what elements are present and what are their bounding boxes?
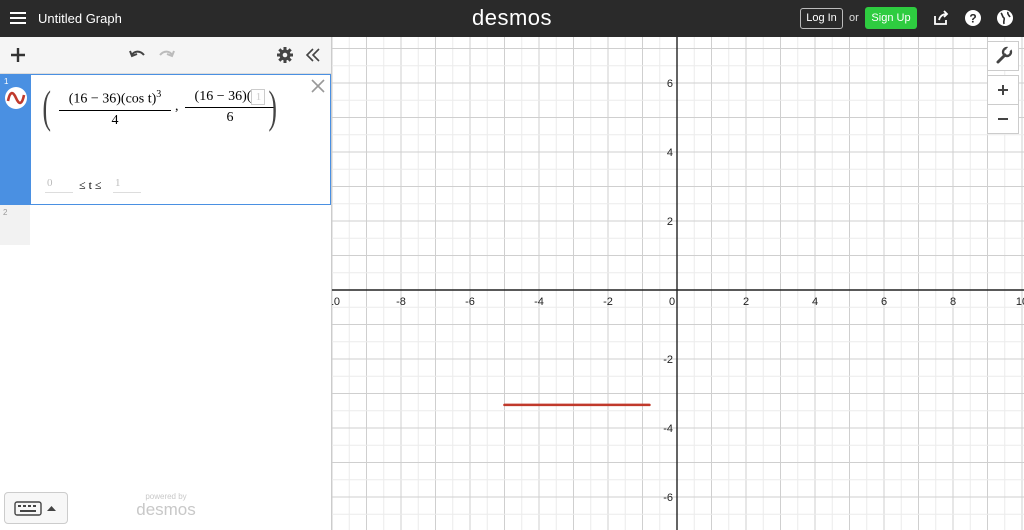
y-denominator: 6: [226, 110, 234, 126]
expression-toolbar: [0, 37, 331, 74]
x-tick-label: -4: [534, 296, 544, 308]
y-tick-label: 2: [667, 216, 673, 228]
powered-by-brand: desmos: [136, 500, 196, 519]
or-text: or: [849, 12, 859, 24]
graph-paper[interactable]: -10 -8 -6 -4 -2 0 2 4 6 8 10 6 4 2 -2 -4 -6: [332, 37, 1024, 530]
y-tick-label: -2: [663, 354, 673, 366]
expression-index: 2: [3, 208, 8, 217]
x-denominator: 4: [111, 112, 119, 128]
globe-icon[interactable]: [996, 9, 1014, 27]
x-numerator: (16 − 36)(cos t): [68, 91, 157, 107]
double-chevron-left-icon[interactable]: [304, 46, 322, 64]
powered-by-logo: powered by desmos: [133, 492, 199, 518]
svg-text:?: ?: [969, 12, 976, 26]
help-icon[interactable]: ?: [964, 9, 982, 27]
expression-panel: 1 ( (16 − 36)(cos t)3 4 , (16 − 36)(1 6…: [0, 37, 332, 530]
parametric-curve-icon[interactable]: [4, 86, 28, 110]
y-tick-label: -6: [663, 492, 673, 504]
keyboard-toggle-button[interactable]: [4, 492, 68, 524]
y-numerator: (16 − 36)(: [194, 89, 252, 105]
expression-item-2[interactable]: 2: [0, 205, 331, 245]
top-bar: Untitled Graph desmos Log In or Sign Up …: [0, 0, 1024, 37]
caret-up-icon: [47, 506, 56, 511]
graph-canvas[interactable]: -10 -8 -6 -4 -2 0 2 4 6 8 10 6 4 2 -2 -4 -6: [332, 37, 1024, 530]
domain-max-input[interactable]: 1: [113, 177, 141, 193]
gear-icon[interactable]: [276, 46, 294, 64]
x-tick-label: -6: [465, 296, 475, 308]
x-tick-label: 8: [950, 296, 956, 308]
x-exponent: 3: [156, 89, 162, 100]
expression-gutter: 2: [0, 205, 30, 245]
x-fraction: (16 − 36)(cos t)3 4: [59, 89, 171, 129]
y-tick-label: -4: [663, 423, 673, 435]
expression-gutter: 1: [1, 75, 31, 204]
x-tick-label: 4: [812, 296, 818, 308]
x-tick-label: -8: [396, 296, 406, 308]
close-icon[interactable]: [311, 79, 325, 93]
math-cursor-placeholder[interactable]: 1: [251, 89, 266, 105]
x-tick-label: 0: [669, 296, 675, 308]
domain-relation: ≤ t ≤: [79, 178, 102, 192]
graph-title[interactable]: Untitled Graph: [38, 11, 122, 26]
x-tick-label: -2: [603, 296, 613, 308]
redo-icon[interactable]: [158, 46, 176, 64]
separator: ,: [175, 99, 179, 114]
y-fraction: (16 − 36)(1 6: [185, 89, 275, 126]
x-tick-label: 10: [1016, 296, 1024, 308]
x-tick-label: 2: [743, 296, 749, 308]
right-paren: ): [268, 81, 277, 132]
zoom-out-button[interactable]: [987, 104, 1019, 134]
hamburger-icon[interactable]: [10, 10, 26, 26]
expression-index: 1: [4, 77, 9, 86]
signup-button[interactable]: Sign Up: [865, 7, 917, 29]
minus-icon: [998, 118, 1008, 120]
keyboard-icon: [14, 501, 42, 516]
wrench-icon: [996, 46, 1013, 64]
x-tick-label: 6: [881, 296, 887, 308]
undo-icon[interactable]: [128, 46, 146, 64]
x-tick-label: -10: [332, 296, 340, 308]
y-tick-label: 6: [667, 78, 673, 90]
domain-min-input[interactable]: 0: [45, 177, 73, 193]
wrench-button[interactable]: [987, 41, 1019, 71]
expression-item-1[interactable]: 1 ( (16 − 36)(cos t)3 4 , (16 − 36)(1 6…: [0, 74, 331, 205]
login-button[interactable]: Log In: [800, 8, 843, 29]
plus-icon[interactable]: [9, 46, 27, 64]
y-tick-label: 4: [667, 147, 673, 159]
share-icon[interactable]: [932, 9, 950, 27]
left-paren: (: [42, 81, 51, 132]
zoom-in-button[interactable]: [987, 75, 1019, 105]
plus-icon: [998, 85, 1008, 95]
